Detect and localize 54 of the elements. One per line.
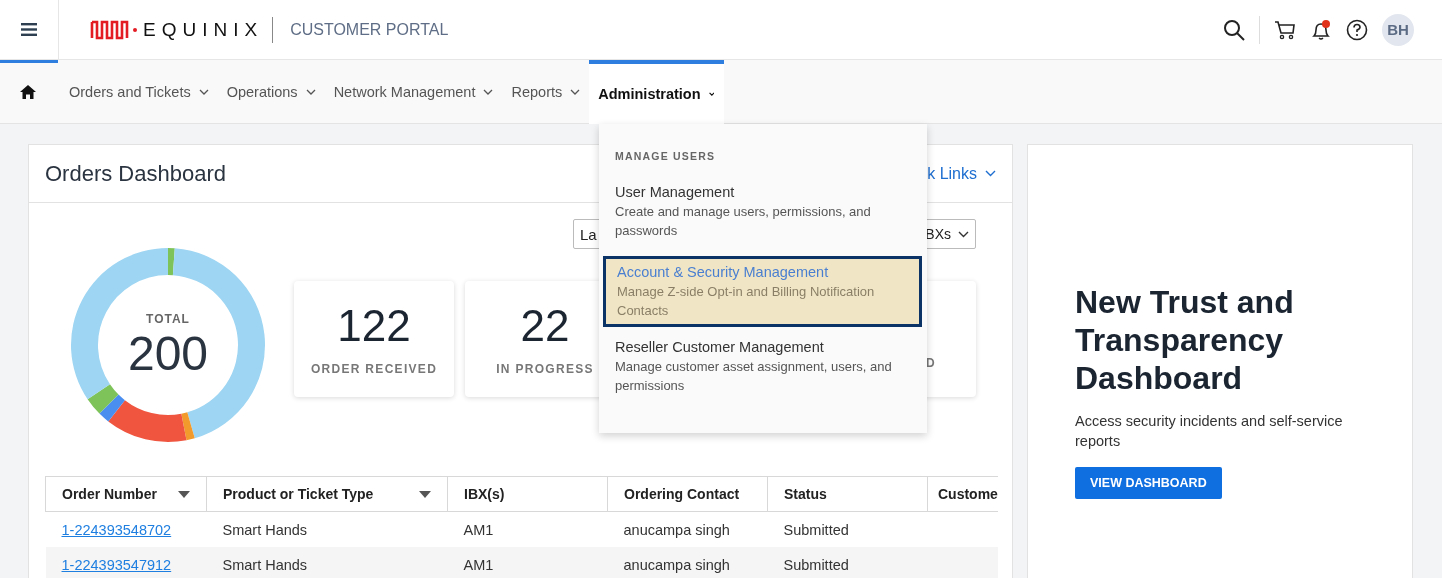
column-header[interactable]: Ordering Contact [607, 476, 768, 512]
column-header[interactable]: Product or Ticket Type [206, 476, 448, 512]
total-value: 200 [127, 330, 209, 378]
chevron-icon [985, 170, 996, 177]
stat-value: 22 [520, 301, 570, 351]
brand-name: EQUINIX [143, 18, 264, 41]
chevron-icon [305, 88, 316, 95]
table-cell: AM1 [463, 556, 494, 573]
nav-tab[interactable]: Orders and Tickets [60, 59, 218, 124]
view-dashboard-button[interactable]: VIEW DASHBOARD [1075, 467, 1222, 499]
sort-icon[interactable] [178, 490, 190, 498]
column-header[interactable]: Status [767, 476, 928, 512]
table-cell: anucampa singh [623, 521, 730, 538]
stat-label: ORDER RECEIVED [310, 362, 438, 377]
chevron-icon [198, 88, 209, 95]
total-label: TOTAL [146, 312, 190, 326]
stat-label: D [926, 356, 936, 370]
order-link[interactable]: 1-224393548702 [61, 521, 172, 538]
bell-icon[interactable] [1310, 18, 1332, 41]
chevron-icon [570, 88, 581, 95]
nav-tab[interactable]: Reports [502, 59, 590, 124]
table-cell: anucampa singh [623, 556, 730, 573]
quick-links-link[interactable]: k Links [927, 164, 996, 183]
nav-tab[interactable]: Network Management [324, 59, 503, 124]
table-cell: Smart Hands [222, 556, 308, 573]
menu-item[interactable]: Reseller Customer Management Manage customer asset assignment, users, and permissions [599, 339, 927, 411]
help-icon[interactable] [1346, 18, 1368, 41]
menu-section-title: MANAGE USERS [614, 150, 717, 162]
column-header[interactable]: IBX(s) [447, 476, 608, 512]
promo-text: Access security incidents and self-service reports [1075, 412, 1344, 451]
dot-icon [133, 27, 137, 32]
search-icon[interactable] [1223, 18, 1245, 41]
nav-tab[interactable]: Operations [217, 59, 325, 124]
stat-label: IN PROGRESS [496, 362, 594, 377]
column-header[interactable]: Custome [927, 476, 998, 512]
portal-title: CUSTOMER PORTAL [290, 20, 449, 39]
chevron-icon [483, 88, 494, 95]
table-cell: Smart Hands [222, 521, 308, 538]
table-cell: AM1 [463, 521, 494, 538]
sort-icon[interactable] [419, 490, 431, 498]
table-cell: Submitted [783, 556, 849, 573]
user-avatar[interactable]: BH [1382, 13, 1414, 46]
promo-title: New Trust and Transparency Dashboard [1075, 283, 1295, 397]
chevron-icon [958, 230, 969, 238]
dashboard-title: Orders Dashboard [45, 160, 226, 187]
chevron-icon [708, 90, 715, 97]
menu-icon [21, 23, 37, 36]
cart-icon[interactable] [1274, 19, 1296, 40]
table-cell: Submitted [783, 521, 849, 538]
nav-tab[interactable]: Administration [589, 59, 725, 124]
stat-value: 122 [337, 301, 411, 351]
home-icon[interactable] [20, 84, 36, 99]
column-header[interactable]: Order Number [45, 476, 207, 512]
order-link[interactable]: 1-224393547912 [61, 556, 172, 573]
